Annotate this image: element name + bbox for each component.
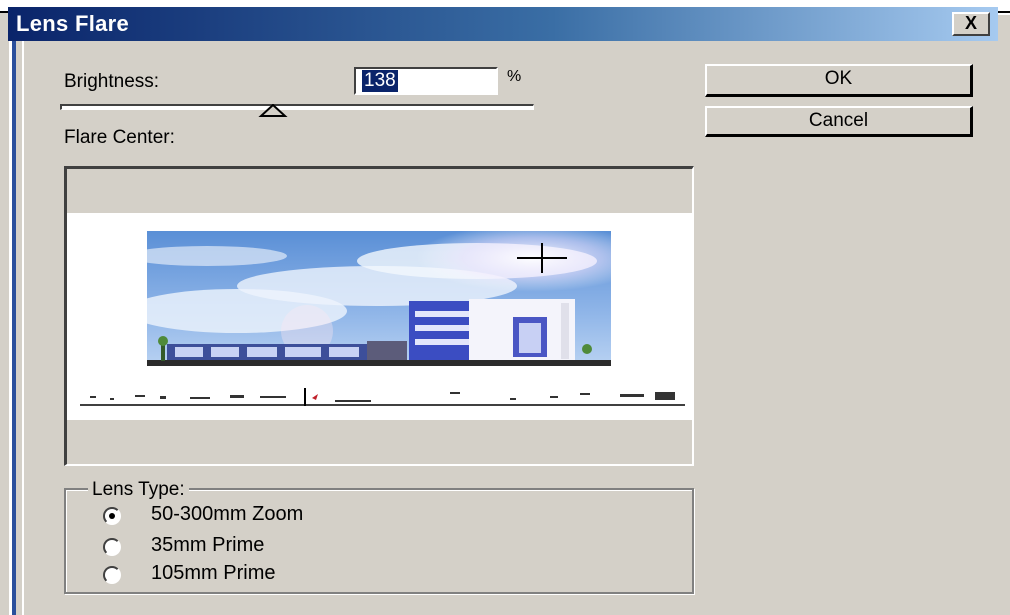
radio-icon[interactable] [103, 538, 121, 556]
brightness-label: Brightness: [64, 71, 160, 92]
brightness-unit: % [507, 68, 522, 85]
slider-thumb-icon[interactable] [256, 104, 290, 118]
ok-button[interactable]: OK [705, 64, 973, 97]
close-button[interactable]: X [952, 12, 990, 36]
flare-center-label: Flare Center: [64, 127, 175, 148]
radio-label: 35mm Prime [151, 534, 265, 556]
brightness-slider-track[interactable] [60, 104, 534, 110]
radio-icon[interactable] [103, 566, 121, 584]
lens-type-legend: Lens Type: [88, 479, 189, 501]
crosshair-icon[interactable] [517, 243, 567, 273]
brightness-input[interactable]: 138 [354, 67, 498, 95]
window-title: Lens Flare [16, 11, 130, 36]
background-window-edge [0, 0, 22, 615]
radio-icon[interactable] [103, 507, 121, 525]
radio-label: 105mm Prime [151, 562, 276, 584]
radio-label: 50-300mm Zoom [151, 503, 304, 525]
title-bar[interactable]: Lens Flare X [8, 7, 998, 41]
preview-decor-strip [80, 388, 685, 406]
brightness-value: 138 [362, 70, 398, 92]
cancel-button[interactable]: Cancel [705, 106, 973, 137]
close-icon: X [964, 13, 977, 33]
